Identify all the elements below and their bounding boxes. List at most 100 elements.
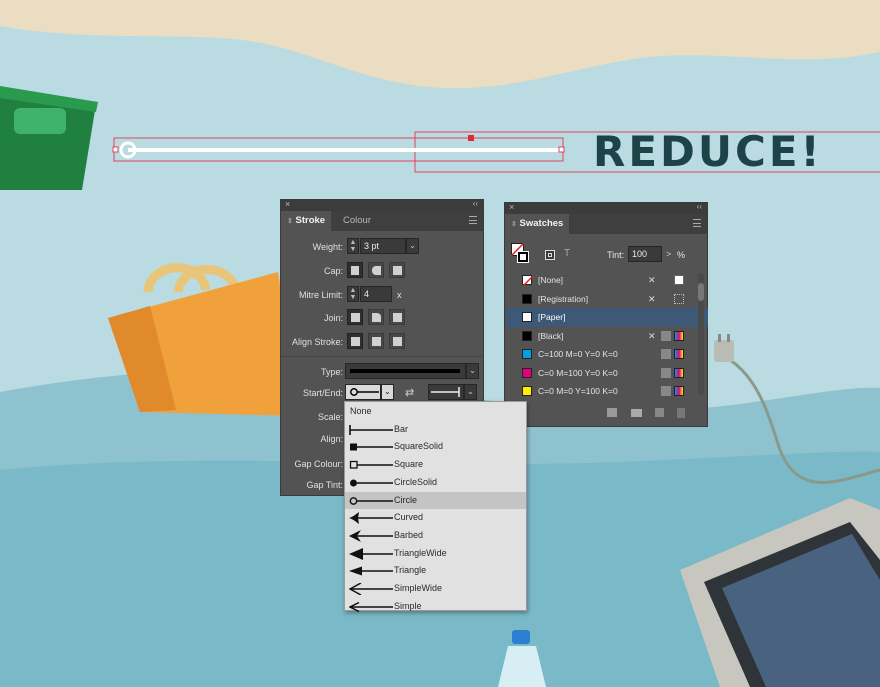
swatch-chip (522, 330, 532, 341)
swatch-row[interactable]: C=0 M=100 Y=0 K=0 (506, 364, 708, 383)
arrowhead-option-barbed[interactable]: Barbed (345, 527, 526, 545)
bar-arrowhead-icon (349, 424, 393, 435)
weight-field[interactable]: 3 pt (360, 238, 406, 254)
swatch-name: [Registration] (538, 293, 589, 304)
swatch-row-selected[interactable]: [Paper] (506, 308, 708, 327)
collapse-icon[interactable]: ‹‹ (473, 199, 478, 208)
swatch-chip (522, 349, 532, 359)
swatch-row[interactable]: [Registration] ✕ (506, 290, 708, 309)
start-arrowhead-field[interactable] (345, 384, 381, 400)
text-formatting-icon[interactable]: T (564, 248, 570, 259)
cmyk-icon (674, 330, 684, 341)
swatch-chip (522, 386, 532, 396)
join-label: Join: (323, 313, 343, 323)
swatch-row[interactable]: [None] ✕ (506, 271, 708, 290)
new-color-group-icon[interactable] (631, 409, 642, 417)
non-editable-icon: ✕ (648, 330, 656, 341)
butt-cap-icon[interactable] (347, 262, 363, 278)
miter-join-icon[interactable] (347, 309, 363, 325)
swatch-chip (522, 312, 532, 322)
round-join-icon[interactable] (368, 309, 384, 325)
swap-arrowheads-icon[interactable]: ⇄ (405, 386, 414, 399)
swatch-chip (522, 275, 533, 286)
tab-colour[interactable]: Colour (337, 211, 377, 231)
barbed-arrowhead-icon (349, 529, 393, 542)
tab-stroke[interactable]: ⇕ Stroke (281, 211, 332, 231)
round-cap-icon[interactable] (368, 262, 384, 278)
type-label: Type: (320, 367, 343, 377)
arrowhead-option-curved[interactable]: Curved (345, 509, 526, 527)
panel-menu-icon[interactable] (469, 216, 477, 224)
close-icon[interactable]: × (509, 202, 514, 212)
fill-stroke-proxy[interactable] (511, 243, 531, 265)
process-icon (661, 330, 671, 341)
cmyk-icon (674, 349, 684, 359)
start-arrowhead-dropdown-icon[interactable]: ⌄ (381, 384, 394, 400)
arrowhead-option-square[interactable]: Square (345, 456, 526, 474)
tint-field[interactable]: 100 (628, 246, 662, 262)
weight-dropdown-icon[interactable]: ⌄ (406, 238, 419, 254)
swatch-row[interactable]: C=0 M=0 Y=100 K=0 (506, 382, 708, 401)
cmyk-icon (674, 367, 684, 378)
arrowhead-option-label: Circle (394, 494, 418, 505)
divider (281, 356, 483, 357)
new-swatch-icon[interactable] (655, 408, 664, 417)
mitre-suffix: x (397, 290, 402, 300)
collapse-icon[interactable]: ‹‹ (697, 202, 702, 211)
arrowhead-option-triangle[interactable]: Triangle (345, 562, 526, 580)
arrowhead-option-label: SquareSolid (394, 441, 444, 452)
arrowhead-option-square-solid[interactable]: SquareSolid (345, 438, 526, 456)
arrowhead-option-circle-solid[interactable]: CircleSolid (345, 474, 526, 492)
panel-titlebar[interactable]: × ‹‹ (505, 202, 707, 214)
panel-titlebar[interactable]: × ‹‹ (281, 199, 483, 211)
swatch-row[interactable]: C=100 M=0 Y=0 K=0 (506, 345, 708, 364)
arrowhead-option-simple[interactable]: Simple (345, 598, 526, 616)
stroke-type-field[interactable] (345, 363, 466, 379)
mitre-limit-field[interactable]: 4 (360, 286, 392, 302)
type-dropdown-icon[interactable]: ⌄ (466, 363, 479, 379)
swatch-views-icon[interactable] (607, 408, 617, 417)
start-end-label: Start/End: (302, 388, 343, 398)
swatch-name: C=0 M=100 Y=0 K=0 (538, 367, 618, 378)
arrowhead-option-none[interactable]: None (345, 403, 526, 421)
swatches-panel: × ‹‹ ⇕ Swatches T Tint: 100 > % [None] ✕ (504, 202, 708, 427)
delete-swatch-icon[interactable] (677, 408, 685, 418)
close-icon[interactable]: × (285, 199, 290, 209)
swatches-footer (505, 402, 707, 426)
headline-text: REDUCE! (593, 127, 823, 176)
swatch-chip (522, 293, 532, 304)
process-icon (661, 367, 671, 378)
align-center-icon[interactable] (347, 333, 363, 349)
process-type-icon (674, 275, 684, 285)
projecting-cap-icon[interactable] (389, 262, 405, 278)
tint-arrow-icon[interactable]: > (666, 249, 671, 259)
arrowhead-option-simple-wide[interactable]: SimpleWide (345, 580, 526, 598)
align-label: Align: (320, 434, 343, 444)
tab-swatches[interactable]: ⇕ Swatches (505, 214, 570, 234)
container-icon[interactable] (545, 250, 555, 260)
arrowhead-option-label: Barbed (394, 529, 424, 540)
arrowhead-option-triangle-wide[interactable]: TriangleWide (345, 545, 526, 563)
mitre-spinner[interactable]: ▲ ▼ (347, 286, 359, 302)
non-editable-icon: ✕ (648, 293, 656, 304)
bevel-join-icon[interactable] (389, 309, 405, 325)
align-inside-icon[interactable] (368, 333, 384, 349)
triangle-arrowhead-icon (349, 566, 393, 576)
swatch-name: C=0 M=0 Y=100 K=0 (538, 386, 618, 396)
swatch-name: C=100 M=0 Y=0 K=0 (538, 349, 618, 359)
scrollbar[interactable] (698, 273, 704, 395)
end-arrowhead-dropdown-icon[interactable]: ⌄ (464, 384, 477, 400)
arrowhead-option-label: SimpleWide (394, 583, 443, 593)
gap-colour-label: Gap Colour: (294, 459, 343, 469)
panel-menu-icon[interactable] (693, 219, 701, 227)
end-arrowhead-field[interactable] (428, 384, 464, 400)
swatch-name: [None] (538, 275, 564, 285)
anchor-handle-left (112, 146, 119, 153)
arrowhead-option-bar[interactable]: Bar (345, 421, 526, 439)
process-icon (661, 386, 671, 396)
align-outside-icon[interactable] (389, 333, 405, 349)
swatch-row[interactable]: [Black] ✕ (506, 327, 708, 346)
weight-spinner[interactable]: ▲ ▼ (347, 238, 359, 254)
arrowhead-option-circle[interactable]: Circle (345, 491, 526, 510)
tint-label: Tint: (607, 250, 625, 260)
